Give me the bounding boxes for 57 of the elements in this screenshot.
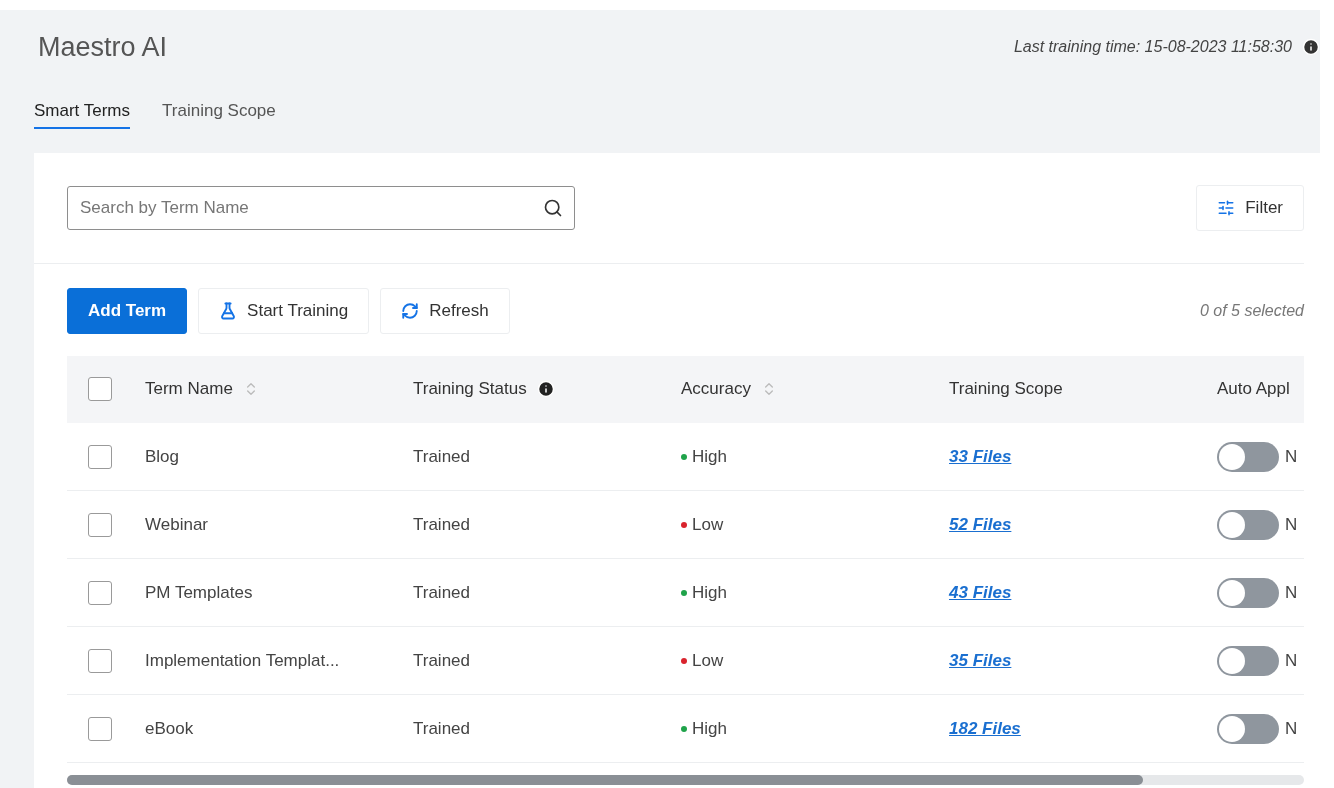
files-link[interactable]: 35 Files [949, 650, 1012, 670]
row-checkbox[interactable] [88, 580, 112, 605]
table-cell-text: Trained [413, 718, 471, 739]
column-header: Training Scope [949, 379, 1063, 399]
search-icon[interactable] [543, 198, 563, 218]
filter-icon [1217, 199, 1236, 217]
column-header: Accuracy [681, 379, 751, 399]
toggle-label: N [1285, 514, 1298, 535]
info-icon[interactable] [536, 380, 555, 398]
column-header: Training Status [413, 379, 527, 399]
column-header: Auto Appl [1217, 379, 1290, 399]
refresh-icon [401, 302, 420, 320]
row-checkbox[interactable] [88, 444, 112, 469]
toggle-label: N [1285, 582, 1298, 603]
search-field[interactable]: Search by Term Name [67, 186, 575, 230]
action-button[interactable]: Add Term [67, 288, 188, 334]
select-all-checkbox[interactable] [88, 377, 112, 401]
toggle-switch[interactable] [1217, 713, 1279, 744]
page-title: Maestro AI [38, 32, 168, 63]
toggle-switch[interactable] [1217, 645, 1279, 676]
table-cell: High [692, 718, 727, 739]
last-training-time: Last training time: 15-08-2023 11:58:30 [1013, 38, 1292, 56]
column-header: Term Name [145, 379, 233, 399]
table-cell: Low [692, 650, 724, 671]
row-checkbox[interactable] [88, 512, 112, 537]
table-cell-text: PM Templates [145, 582, 254, 603]
filter-button[interactable]: Filter [1196, 185, 1304, 231]
toggle-switch[interactable] [1217, 577, 1279, 608]
table-cell-text: Trained [413, 514, 471, 535]
tab[interactable]: Training Scope [162, 101, 276, 129]
table-cell: High [692, 446, 727, 467]
table-cell: High [692, 582, 727, 603]
table-cell-text: eBook [145, 718, 195, 739]
table-cell-text: Implementation Templat... [145, 650, 341, 671]
table-cell-text: Webinar [145, 514, 209, 535]
files-link[interactable]: 52 Files [949, 514, 1012, 534]
files-link[interactable]: 182 Files [949, 718, 1021, 738]
info-icon[interactable] [1302, 38, 1320, 56]
selection-count: 0 of 5 selected [1199, 302, 1304, 320]
table-cell-text: Trained [413, 582, 471, 603]
flask-icon [219, 302, 238, 320]
table-cell-text: Trained [413, 446, 471, 467]
tab[interactable]: Smart Terms [34, 101, 131, 129]
toggle-label: N [1285, 718, 1298, 739]
toggle-label: N [1285, 650, 1298, 671]
toggle-switch[interactable] [1217, 441, 1279, 472]
toggle-switch[interactable] [1217, 509, 1279, 540]
table-cell: Low [692, 514, 724, 535]
action-button[interactable]: Refresh [380, 288, 510, 334]
table-cell-text: Blog [145, 446, 181, 467]
files-link[interactable]: 43 Files [949, 582, 1012, 602]
table-cell-text: Trained [413, 650, 471, 671]
row-checkbox[interactable] [88, 716, 112, 741]
toggle-label: N [1285, 446, 1298, 467]
action-button[interactable]: Start Training [198, 288, 370, 334]
files-link[interactable]: 33 Files [949, 446, 1012, 466]
row-checkbox[interactable] [88, 648, 112, 673]
